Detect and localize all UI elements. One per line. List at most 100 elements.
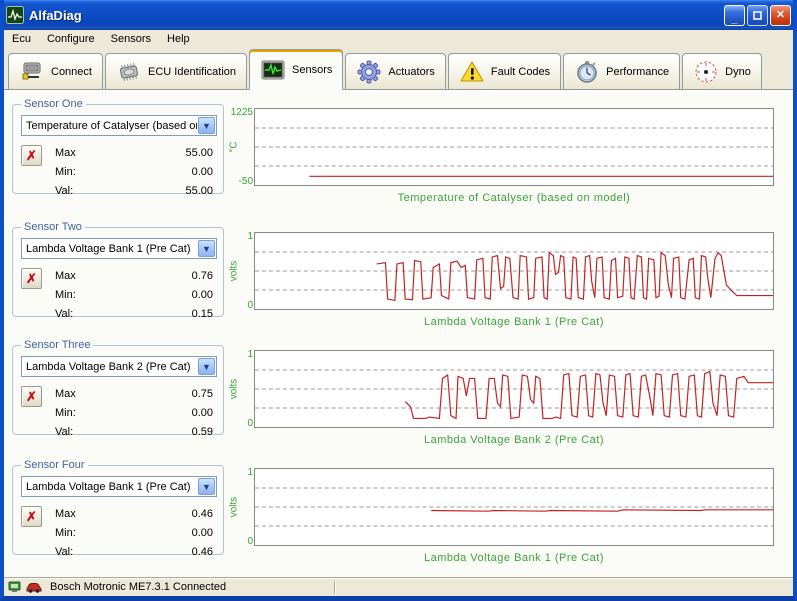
close-button[interactable]: ✕	[770, 5, 791, 26]
val-label: Val:	[55, 546, 192, 558]
trace-canvas	[255, 351, 773, 427]
chart-caption: Lambda Voltage Bank 2 (Pre Cat)	[254, 434, 774, 446]
value-readouts: Max55.00 Min:0.00 Val:55.00	[55, 143, 213, 200]
y-min-tick: -50	[229, 176, 253, 187]
reset-minmax-button[interactable]: ✗	[21, 145, 42, 166]
min-value: 0.00	[192, 527, 213, 539]
y-max-tick: 1225	[229, 107, 253, 118]
sensors-page: Sensor One Temperature of Catalyser (bas…	[4, 90, 793, 578]
menu-configure[interactable]: Configure	[39, 31, 103, 47]
tab-label: Sensors	[292, 64, 332, 76]
sensor-one-select[interactable]: Temperature of Catalyser (based or ▼	[21, 115, 217, 136]
sensor-two-select[interactable]: Lambda Voltage Bank 1 (Pre Cat) ▼	[21, 238, 217, 259]
oscilloscope-icon	[260, 58, 286, 82]
min-value: 0.00	[192, 289, 213, 301]
minimize-button[interactable]: _	[724, 5, 745, 26]
tab-label: Fault Codes	[491, 66, 550, 78]
trace-canvas	[255, 233, 773, 309]
max-label: Max	[55, 388, 192, 400]
tab-connect[interactable]: Connect	[8, 53, 103, 89]
status-bar: Bosch Motronic ME7.3.1 Connected	[4, 577, 793, 596]
tab-label: Connect	[51, 66, 92, 78]
plot-area: 1 0 volts	[254, 350, 774, 428]
y-max-tick: 1	[229, 349, 253, 360]
min-label: Min:	[55, 166, 192, 178]
trace-canvas	[255, 469, 773, 545]
chevron-down-icon[interactable]: ▼	[198, 478, 215, 495]
tab-label: Performance	[606, 66, 669, 78]
reset-minmax-button[interactable]: ✗	[21, 386, 42, 407]
min-label: Min:	[55, 289, 192, 301]
min-label: Min:	[55, 407, 192, 419]
statusbar-divider	[334, 581, 336, 594]
y-max-tick: 1	[229, 467, 253, 478]
tab-label: ECU Identification	[148, 66, 236, 78]
tab-fault-codes[interactable]: Fault Codes	[448, 53, 561, 89]
tab-label: Actuators	[388, 66, 434, 78]
group-title: Sensor Two	[21, 221, 85, 233]
val-label: Val:	[55, 185, 185, 197]
maximize-button[interactable]	[747, 5, 768, 26]
sensor-two-group: Sensor Two Lambda Voltage Bank 1 (Pre Ca…	[12, 227, 224, 317]
val-label: Val:	[55, 426, 192, 438]
group-title: Sensor Four	[21, 459, 88, 471]
y-axis-unit: volts	[229, 497, 240, 518]
tab-sensors[interactable]: Sensors	[249, 49, 343, 90]
max-value: 0.76	[192, 270, 213, 282]
menu-sensors[interactable]: Sensors	[103, 31, 159, 47]
selected-sensor: Temperature of Catalyser (based or	[22, 120, 197, 132]
chart-caption: Lambda Voltage Bank 1 (Pre Cat)	[254, 316, 774, 328]
group-title: Sensor Three	[21, 339, 93, 351]
menu-help[interactable]: Help	[159, 31, 198, 47]
car-icon	[26, 580, 42, 594]
max-label: Max	[55, 270, 192, 282]
reset-minmax-button[interactable]: ✗	[21, 268, 42, 289]
chip-icon	[116, 60, 142, 84]
selected-sensor: Lambda Voltage Bank 1 (Pre Cat)	[22, 243, 197, 255]
chevron-down-icon[interactable]: ▼	[198, 117, 215, 134]
tab-dyno[interactable]: Dyno	[682, 53, 762, 89]
max-label: Max	[55, 508, 192, 520]
lambda-bank1b-chart: 1 0 volts Lambda Voltage Bank 1 (Pre Cat…	[228, 468, 774, 564]
selected-sensor: Lambda Voltage Bank 2 (Pre Cat)	[22, 361, 197, 373]
chevron-down-icon[interactable]: ▼	[198, 358, 215, 375]
sensor-three-select[interactable]: Lambda Voltage Bank 2 (Pre Cat) ▼	[21, 356, 217, 377]
plot-area: 1 0 volts	[254, 468, 774, 546]
max-value: 0.75	[192, 388, 213, 400]
plot-area: 1 0 volts	[254, 232, 774, 310]
sensor-four-group: Sensor Four Lambda Voltage Bank 1 (Pre C…	[12, 465, 224, 555]
value-readouts: Max0.75 Min:0.00 Val:0.59	[55, 384, 213, 441]
y-min-tick: 0	[229, 536, 253, 547]
chevron-down-icon[interactable]: ▼	[198, 240, 215, 257]
max-label: Max	[55, 147, 185, 159]
trace-canvas	[255, 109, 773, 185]
sensor-four-select[interactable]: Lambda Voltage Bank 1 (Pre Cat) ▼	[21, 476, 217, 497]
y-axis-unit: °C	[229, 141, 240, 152]
current-value: 0.15	[192, 308, 213, 320]
stopwatch-icon	[574, 60, 600, 84]
reset-minmax-button[interactable]: ✗	[21, 506, 42, 527]
interface-icon	[8, 580, 22, 594]
tab-performance[interactable]: Performance	[563, 53, 680, 89]
title-bar: AlfaDiag _ ✕	[0, 0, 797, 30]
tab-actuators[interactable]: Actuators	[345, 53, 445, 89]
sensor-three-group: Sensor Three Lambda Voltage Bank 2 (Pre …	[12, 345, 224, 435]
menu-bar: Ecu Configure Sensors Help	[4, 30, 793, 48]
menu-ecu[interactable]: Ecu	[4, 31, 39, 47]
connector-icon	[19, 60, 45, 84]
max-value: 55.00	[185, 147, 213, 159]
lambda-bank1-chart: 1 0 volts Lambda Voltage Bank 1 (Pre Cat…	[228, 232, 774, 328]
chart-caption: Lambda Voltage Bank 1 (Pre Cat)	[254, 552, 774, 564]
gauge-icon	[693, 60, 719, 84]
current-value: 55.00	[185, 185, 213, 197]
app-logo-icon	[6, 6, 24, 24]
y-axis-unit: volts	[229, 379, 240, 400]
sensor-one-group: Sensor One Temperature of Catalyser (bas…	[12, 104, 224, 194]
window-title: AlfaDiag	[29, 8, 722, 23]
tab-ecu-identification[interactable]: ECU Identification	[105, 53, 247, 89]
min-value: 0.00	[192, 407, 213, 419]
temperature-chart: 1225 -50 °C Temperature of Catalyser (ba…	[228, 108, 774, 204]
plot-area: 1225 -50 °C	[254, 108, 774, 186]
current-value: 0.46	[192, 546, 213, 558]
min-value: 0.00	[192, 166, 213, 178]
